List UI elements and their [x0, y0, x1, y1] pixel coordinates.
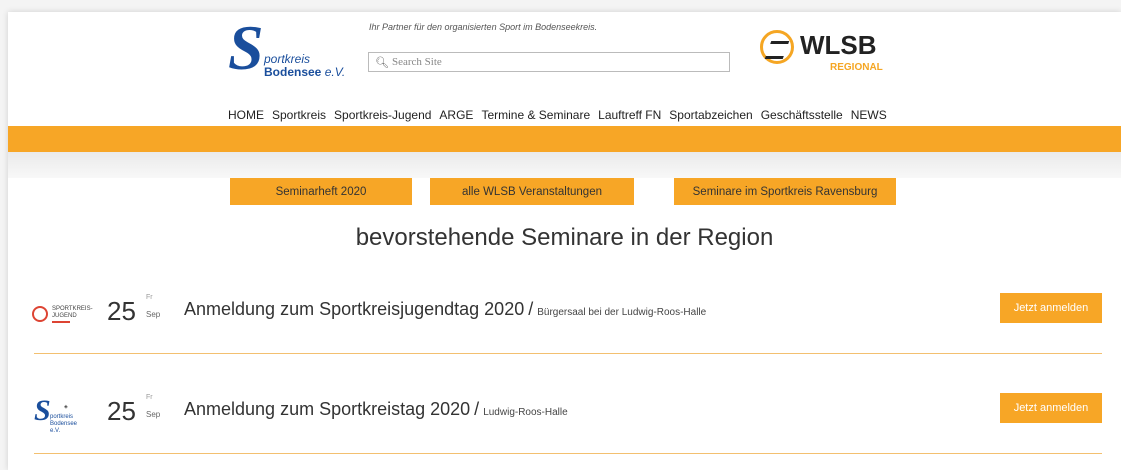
wlsb-regional: REGIONAL: [830, 62, 883, 73]
event-row: SPORTKREIS-JUGEND 25 Fr Sep Anmeldung zu…: [8, 288, 1121, 354]
nav-arge[interactable]: ARGE: [439, 108, 473, 122]
event-day: 25: [107, 296, 136, 326]
logo-letter: S: [228, 12, 264, 83]
search-icon: 🔍︎: [375, 56, 389, 69]
event-thumbnail[interactable]: S portkreis Bodensee e.V. ◈: [32, 394, 88, 434]
nav-sportabzeichen[interactable]: Sportabzeichen: [669, 108, 752, 122]
sk-logo-icon: S: [34, 394, 51, 427]
wlsb-logo[interactable]: WLSB REGIONAL: [760, 22, 900, 78]
wlsb-mini-icon: ◈: [64, 404, 68, 410]
divider: [34, 453, 1102, 454]
wlsb-text: WLSB: [800, 30, 877, 60]
page: S portkreis Bodensee e.V. Ihr Partner fü…: [8, 12, 1121, 470]
event-thumbnail[interactable]: SPORTKREIS-JUGEND: [32, 294, 93, 334]
event-month: Sep: [146, 410, 161, 419]
divider: [34, 353, 1102, 354]
page-heading: bevorstehende Seminare in der Region: [355, 224, 774, 251]
wlsb-emblem-icon: [760, 30, 794, 64]
nav-lauftreff[interactable]: Lauftreff FN: [598, 108, 661, 122]
nav-sportkreis[interactable]: Sportkreis: [272, 108, 326, 122]
search-placeholder: Search Site: [391, 56, 442, 68]
nav-termine-seminare[interactable]: Termine & Seminare: [481, 108, 590, 122]
nav-sportkreis-jugend[interactable]: Sportkreis-Jugend: [334, 108, 431, 122]
event-title[interactable]: Anmeldung zum Sportkreistag 2020/Ludwig-…: [184, 399, 568, 420]
register-button[interactable]: Jetzt anmelden: [1000, 293, 1102, 323]
logo-line1: portkreis: [264, 52, 311, 66]
ravensburg-seminars-button[interactable]: Seminare im Sportkreis Ravensburg: [674, 178, 896, 205]
tagline: Ihr Partner für den organisierten Sport …: [369, 22, 598, 32]
event-location: Ludwig-Roos-Halle: [483, 407, 568, 418]
event-title[interactable]: Anmeldung zum Sportkreisjugendtag 2020/B…: [184, 299, 706, 320]
nav-home[interactable]: HOME: [228, 108, 264, 122]
search-input[interactable]: 🔍︎ Search Site: [368, 52, 730, 72]
header-swoosh: [8, 152, 1121, 178]
sportkreis-logo[interactable]: S portkreis Bodensee e.V.: [226, 16, 366, 92]
thumb-text: SPORTKREIS-JUGEND: [52, 306, 93, 319]
event-weekday: Fr: [146, 294, 153, 301]
main-nav: HOME Sportkreis Sportkreis-Jugend ARGE T…: [228, 108, 895, 122]
thumb-text: portkreis Bodensee e.V.: [50, 414, 78, 434]
orange-banner: [8, 126, 1121, 152]
seminarheft-button[interactable]: Seminarheft 2020: [230, 178, 412, 205]
wlsb-events-button[interactable]: alle WLSB Veranstaltungen: [430, 178, 634, 205]
event-month: Sep: [146, 310, 161, 319]
nav-news[interactable]: NEWS: [851, 108, 887, 122]
event-day: 25: [107, 396, 136, 426]
register-button[interactable]: Jetzt anmelden: [1000, 393, 1102, 423]
nav-geschaeftsstelle[interactable]: Geschäftsstelle: [761, 108, 843, 122]
jugend-logo-icon: [32, 306, 48, 322]
event-row: S portkreis Bodensee e.V. ◈ 25 Fr Sep An…: [8, 388, 1121, 454]
logo-line2: Bodensee e.V.: [264, 65, 346, 79]
thumb-bar: [52, 321, 70, 323]
event-location: Bürgersaal bei der Ludwig-Roos-Halle: [537, 307, 707, 318]
event-weekday: Fr: [146, 394, 153, 401]
